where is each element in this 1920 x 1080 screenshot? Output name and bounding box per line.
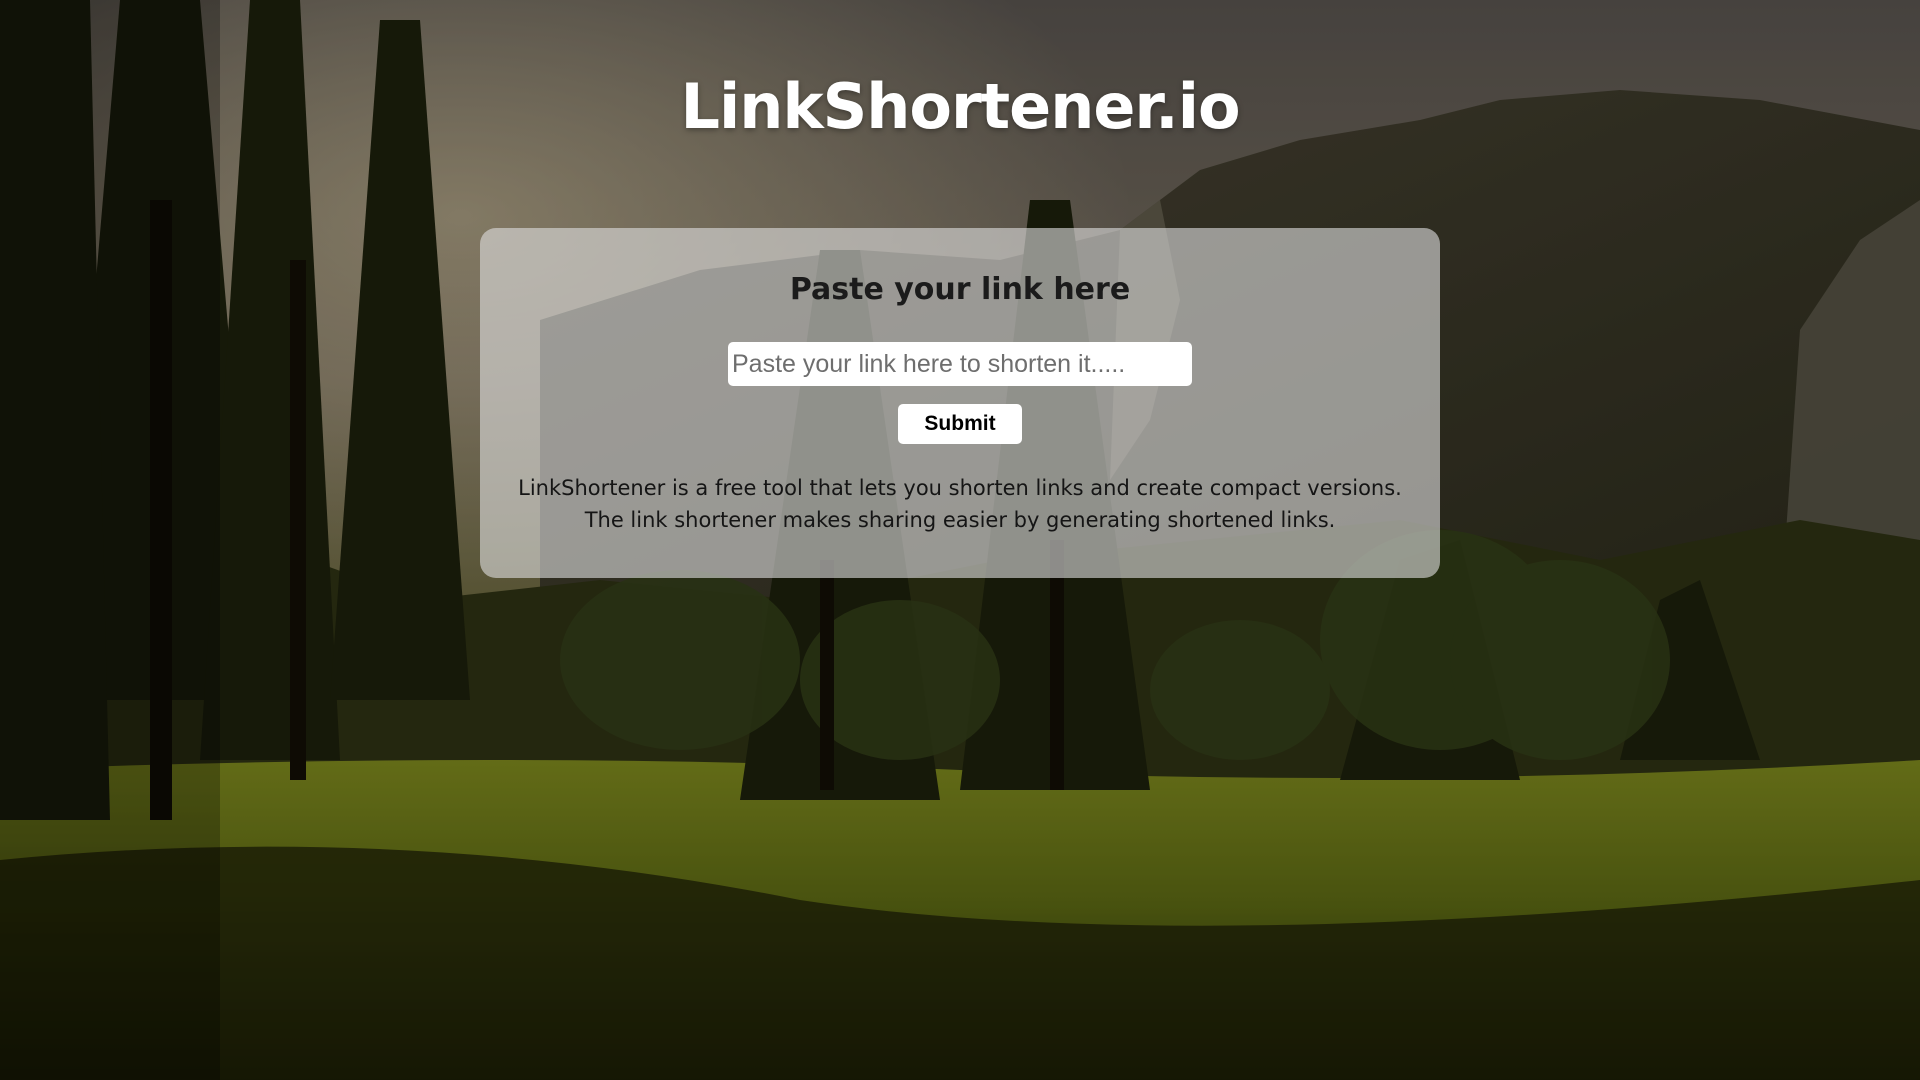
submit-button[interactable]: Submit <box>898 404 1022 444</box>
link-input[interactable] <box>728 342 1192 386</box>
card-heading: Paste your link here <box>789 272 1131 307</box>
shortener-card: Paste your link here Submit LinkShortene… <box>480 228 1440 578</box>
description-line-1: LinkShortener is a free tool that lets y… <box>518 476 1402 500</box>
description-line-2: The link shortener makes sharing easier … <box>584 508 1336 532</box>
description: LinkShortener is a free tool that lets y… <box>480 472 1440 536</box>
site-title: LinkShortener.io <box>680 70 1240 143</box>
